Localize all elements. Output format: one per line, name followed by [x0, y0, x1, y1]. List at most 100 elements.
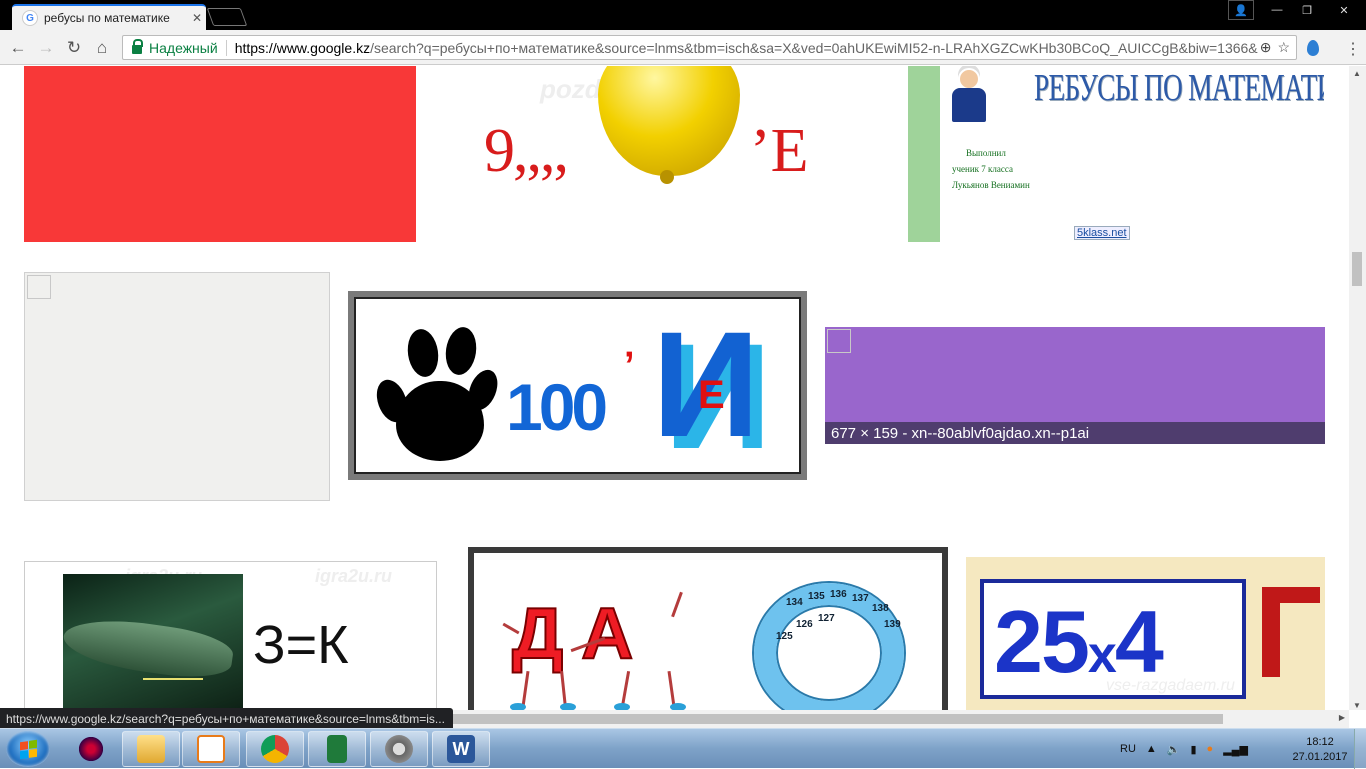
image-result-lemon-rebus[interactable]: pozdravok.ru 9,,,, ’Е	[440, 66, 870, 242]
scroll-down-arrow-icon[interactable]: ▼	[1353, 701, 1361, 710]
lemon-picture	[598, 66, 740, 184]
media-player-icon	[197, 735, 225, 763]
tape-number: 136	[830, 589, 847, 600]
close-window-button[interactable]: ✕	[1322, 0, 1366, 20]
letter-foot	[510, 703, 526, 710]
show-desktop-button[interactable]	[1354, 729, 1366, 769]
signal-icon[interactable]: ▂▄▆	[1223, 743, 1248, 756]
slide-author-line: Выполнил	[966, 148, 1006, 158]
horizontal-scrollbar[interactable]: ▶	[453, 710, 1349, 728]
browser-toolbar: ← → ↻ ⌂ Надежный https://www.google.kz/s…	[0, 30, 1366, 65]
start-button[interactable]	[6, 731, 50, 767]
volume-icon[interactable]: 🔈	[1167, 743, 1181, 756]
profile-icon[interactable]: 👤	[1228, 0, 1254, 20]
word-icon: W	[447, 735, 475, 763]
system-tray: RU ▲ 🔈 ▮ ● ▂▄▆	[1120, 729, 1248, 769]
minimize-button[interactable]: —	[1262, 0, 1292, 20]
folder-icon	[137, 735, 165, 763]
image-result-shark-rebus[interactable]: igra2u.ru igra2u.ru З=К	[24, 561, 437, 710]
secure-label: Надежный	[149, 39, 218, 56]
site-badge: 5klass.net	[1074, 226, 1130, 240]
vertical-scrollbar[interactable]: ▲ ▼	[1349, 66, 1366, 710]
avast-icon[interactable]: ●	[1207, 743, 1214, 755]
taskbar-settings-app[interactable]	[370, 731, 428, 767]
image-result-da-rebus[interactable]: ДА 134 135 136 137 138 139 125 126 127	[468, 547, 948, 710]
taskbar-word[interactable]: W	[432, 731, 490, 767]
title-bar: G ребусы по математике ✕ 👤 — ❐ ✕	[0, 0, 1366, 30]
tab-close-icon[interactable]: ✕	[188, 11, 206, 25]
rebus-number: 100	[506, 370, 608, 444]
language-indicator[interactable]: RU	[1120, 743, 1136, 755]
address-separator	[225, 39, 227, 56]
paw-pad	[396, 381, 484, 461]
tape-number: 125	[776, 631, 793, 642]
image-result-paw-rebus[interactable]: 100 ’ И И Е	[348, 291, 807, 480]
forward-arrow-icon[interactable]: →	[36, 38, 56, 58]
book-icon	[327, 735, 347, 763]
watermark: vse-razgadaem.ru	[1106, 677, 1235, 694]
taskbar-media-player[interactable]	[182, 731, 240, 767]
image-result-25x4-rebus[interactable]: 25x4 vse-razgadaem.ru	[966, 557, 1325, 710]
tape-number: 127	[818, 613, 835, 624]
scroll-thumb[interactable]	[1352, 252, 1362, 286]
image-result-purple[interactable]: 677 × 159 - xn--80ablvf0ajdao.xn--p1ai	[825, 327, 1325, 444]
letter-foot	[614, 703, 630, 710]
letter-leg	[667, 670, 676, 708]
clock-time: 18:12	[1306, 736, 1334, 748]
horizontal-scroll-thumb[interactable]	[453, 714, 1223, 724]
letter-leg	[620, 671, 631, 707]
zoom-icon[interactable]: ⊕	[1260, 39, 1272, 56]
menu-icon[interactable]: ⋮	[1345, 39, 1361, 59]
address-bar[interactable]: Надежный https://www.google.kz/search?q=…	[122, 35, 1297, 60]
gear-icon	[385, 735, 413, 763]
network-icon[interactable]: ▮	[1190, 743, 1196, 756]
url-host: https://www.google.kz	[234, 39, 371, 56]
taskbar-explorer[interactable]	[122, 731, 180, 767]
windows-taskbar: W RU ▲ 🔈 ▮ ● ▂▄▆ 18:12 27.01.2017	[0, 728, 1366, 769]
extension-drop-icon[interactable]	[1307, 40, 1319, 56]
slide-author-line: Лукьянов Вениамин	[952, 180, 1030, 190]
rebus-letters: ДА	[511, 593, 652, 675]
gamma-letter-picture	[1262, 587, 1320, 677]
arrow-icon	[143, 678, 203, 680]
restore-button[interactable]: ❐	[1292, 0, 1322, 20]
url-text[interactable]: https://www.google.kz/search?q=ребусы+по…	[235, 40, 1260, 56]
back-arrow-icon[interactable]: ←	[8, 38, 28, 58]
image-result-placeholder[interactable]	[24, 272, 330, 501]
watermark: igra2u.ru	[315, 566, 393, 586]
shark-picture	[60, 574, 243, 710]
taskbar-book-app[interactable]	[308, 731, 366, 767]
clock-date: 27.01.2017	[1292, 751, 1348, 763]
loading-placeholder-icon	[827, 329, 851, 353]
window-controls: 👤 — ❐ ✕	[1228, 0, 1366, 20]
letter-arm	[671, 591, 683, 618]
reload-icon[interactable]: ↻	[64, 38, 84, 58]
slide-author-line: ученик 7 класса	[952, 164, 1013, 174]
paw-toe	[442, 325, 480, 377]
letter-leg	[560, 670, 567, 708]
scroll-up-arrow-icon[interactable]: ▲	[1353, 69, 1361, 78]
google-favicon-icon: G	[22, 10, 38, 26]
tape-number: 139	[884, 619, 901, 630]
slide-green-stripe	[908, 66, 940, 242]
paw-toe	[404, 327, 442, 379]
tape-number: 135	[808, 591, 825, 602]
professor-picture	[946, 66, 992, 124]
letter-foot	[560, 703, 576, 710]
lock-icon	[132, 39, 143, 54]
taskbar-chrome[interactable]	[246, 731, 304, 767]
rebus-multiply: x	[1087, 626, 1117, 684]
spider-icon	[77, 735, 105, 763]
image-result-presentation[interactable]: РЕБУСЫ ПО МАТЕМАТИКЕ Выполнил ученик 7 к…	[908, 66, 1324, 242]
home-icon[interactable]: ⌂	[92, 38, 112, 58]
show-hidden-icons-icon[interactable]: ▲	[1146, 743, 1157, 755]
browser-tab[interactable]: G ребусы по математике ✕	[12, 4, 206, 30]
slide-title: РЕБУСЫ ПО МАТЕМАТИКЕ	[1034, 67, 1324, 109]
clock[interactable]: 18:12 27.01.2017	[1290, 735, 1350, 765]
scroll-right-arrow-icon[interactable]: ▶	[1339, 713, 1345, 722]
new-tab-button[interactable]	[206, 8, 248, 26]
taskbar-spider-app[interactable]	[62, 731, 120, 767]
rebus-number: 25	[994, 592, 1090, 691]
image-result-red[interactable]	[24, 66, 416, 242]
bookmark-star-icon[interactable]: ☆	[1277, 39, 1290, 56]
